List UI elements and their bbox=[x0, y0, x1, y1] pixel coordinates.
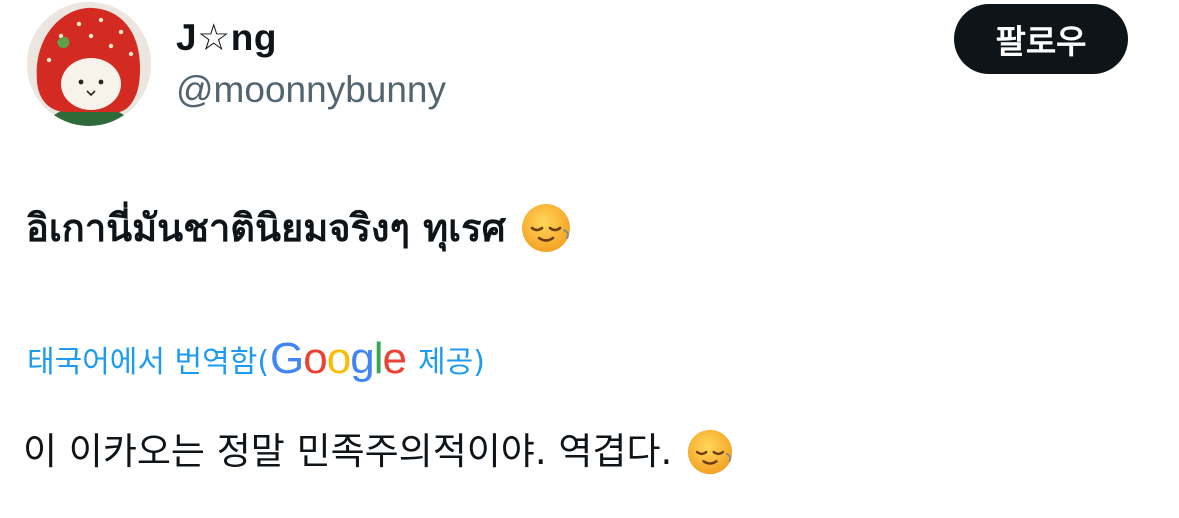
translated-tweet-text: 이 이카오는 정말 민족주의적이야. 역겹다. bbox=[23, 424, 734, 480]
relieved-face-emoji-icon bbox=[520, 202, 572, 254]
google-logo: Google bbox=[270, 333, 408, 385]
google-letter: g bbox=[350, 334, 375, 383]
display-name[interactable]: J☆ng bbox=[176, 14, 277, 62]
translation-prefix: 태국어에서 번역함( bbox=[27, 345, 270, 380]
relieved-face-emoji-icon bbox=[686, 428, 734, 476]
google-letter: l bbox=[373, 334, 384, 383]
google-letter: G bbox=[270, 334, 304, 383]
strawberry-hat-doll-avatar-icon bbox=[27, 2, 151, 126]
translated-text-content: 이 이카오는 정말 민족주의적이야. 역겹다. bbox=[23, 430, 673, 473]
google-letter: o bbox=[326, 334, 352, 383]
google-letter: o bbox=[303, 334, 328, 383]
follow-button[interactable]: 팔로우 bbox=[954, 4, 1128, 74]
tweet-text: อิเกานี่มันชาตินิยมจริงๆ ทุเรศ bbox=[26, 200, 572, 256]
translation-attribution[interactable]: 태국어에서 번역함( Google 제공) bbox=[27, 333, 485, 385]
user-handle[interactable]: @moonnybunny bbox=[176, 66, 446, 114]
tweet-text-content: อิเกานี่มันชาตินิยมจริงๆ ทุเรศ bbox=[26, 206, 506, 250]
google-letter: e bbox=[382, 334, 408, 383]
avatar[interactable] bbox=[27, 2, 151, 126]
translation-suffix: 제공) bbox=[418, 345, 485, 380]
tweet-card: J☆ng @moonnybunny 팔로우 อิเกานี่มันชาตินิย… bbox=[0, 0, 1179, 518]
